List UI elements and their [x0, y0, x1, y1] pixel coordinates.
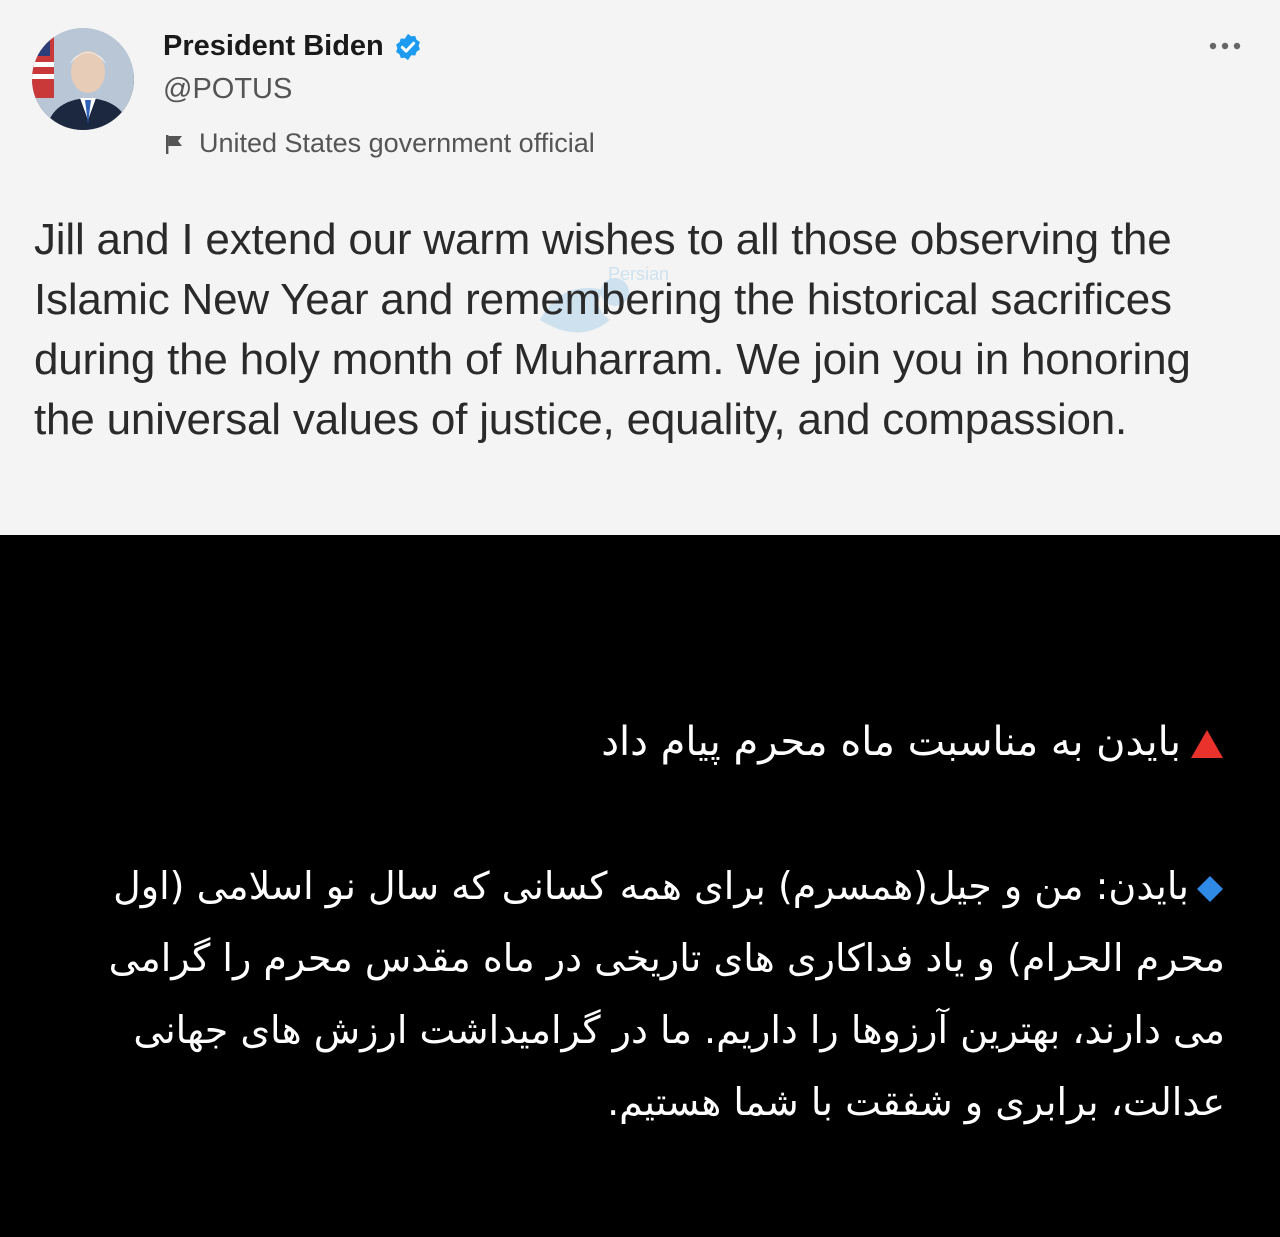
- tweet-text: Jill and I extend our warm wishes to all…: [34, 215, 1191, 444]
- caption-body-text: بایدن: من و جیل(همسرم) برای همه کسانی که…: [108, 864, 1225, 1124]
- government-flag-icon: [166, 134, 182, 154]
- caption-body: بایدن: من و جیل(همسرم) برای همه کسانی که…: [90, 850, 1225, 1138]
- government-label: United States government official: [163, 128, 595, 159]
- handle[interactable]: @POTUS: [163, 73, 423, 106]
- avatar[interactable]: [32, 28, 134, 130]
- red-triangle-icon: [1191, 730, 1223, 758]
- more-options-icon[interactable]: [1206, 34, 1244, 58]
- verified-badge-icon: [396, 33, 420, 60]
- blue-diamond-icon: [1197, 875, 1223, 902]
- tweet-card: President Biden @POTUS United States gov…: [0, 0, 1280, 535]
- caption-headline-text: بایدن به مناسبت ماه محرم پیام داد: [601, 719, 1181, 765]
- caption-headline: بایدن به مناسبت ماه محرم پیام داد: [90, 712, 1225, 772]
- display-name[interactable]: President Biden: [163, 30, 384, 63]
- government-label-text: United States government official: [199, 128, 595, 158]
- author-block: President Biden @POTUS: [163, 30, 423, 106]
